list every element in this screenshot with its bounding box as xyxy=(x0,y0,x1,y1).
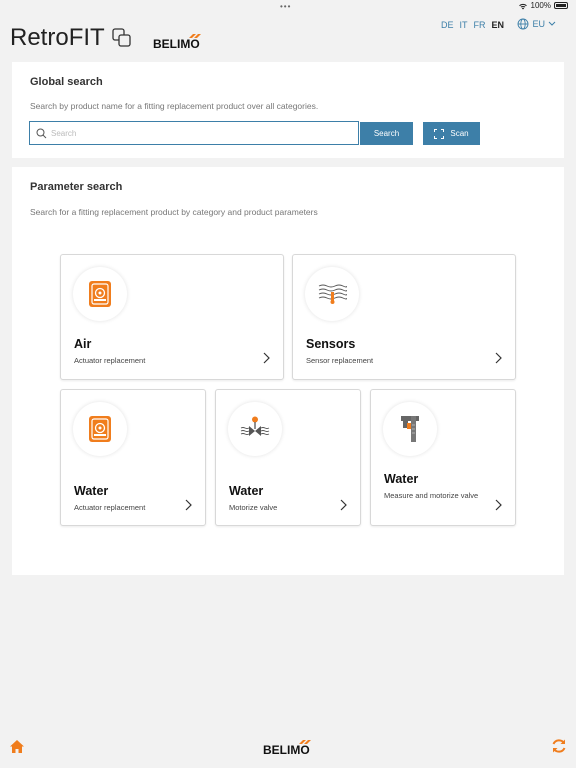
home-icon[interactable] xyxy=(9,739,25,754)
global-search-card: Global search Search by product name for… xyxy=(12,62,564,158)
tile-water-measure-valve[interactable]: Water Measure and motorize valve xyxy=(370,389,516,526)
belimo-logo-graphic: BELIMO xyxy=(263,740,311,757)
belimo-logo: BELIMO xyxy=(263,740,313,761)
sensor-icon xyxy=(318,284,347,304)
app-title: RetroFIT xyxy=(10,24,105,51)
scan-icon xyxy=(434,128,445,139)
tile-title: Sensors xyxy=(306,337,356,351)
tile-water-valve[interactable]: Water Motorize valve xyxy=(215,389,361,526)
tile-air-actuator[interactable]: Air Actuator replacement xyxy=(60,254,284,380)
tile-subtitle: Sensor replacement xyxy=(306,356,374,365)
tile-water-actuator[interactable]: Water Actuator replacement xyxy=(60,389,206,526)
tile-title: Water xyxy=(74,484,109,498)
svg-text:BELIMO: BELIMO xyxy=(153,37,200,50)
global-search-description: Search by product name for a fitting rep… xyxy=(30,101,319,111)
chevron-right-icon xyxy=(340,499,347,511)
chevron-right-icon xyxy=(495,352,502,364)
lang-fr[interactable]: FR xyxy=(473,20,485,30)
tile-icon-circle xyxy=(228,402,282,456)
tile-subtitle: Actuator replacement xyxy=(74,503,146,512)
svg-text:BELIMO: BELIMO xyxy=(263,743,310,756)
chevron-right-icon xyxy=(263,352,270,364)
lang-de[interactable]: DE xyxy=(441,20,454,30)
tile-icon-circle xyxy=(73,267,127,321)
global-search-title: Global search xyxy=(30,76,103,88)
tile-icon-circle xyxy=(73,402,127,456)
tile-icon-circle xyxy=(305,267,359,321)
battery-icon xyxy=(554,2,568,9)
search-field[interactable] xyxy=(29,121,359,145)
belimo-logo-graphic: BELIMO xyxy=(153,34,201,51)
tile-icon-circle xyxy=(383,402,437,456)
chevron-right-icon xyxy=(495,499,502,511)
lang-en[interactable]: EN xyxy=(491,20,504,30)
tile-subtitle: Measure and motorize valve xyxy=(384,491,479,500)
multitask-dots: ••• xyxy=(280,2,292,11)
app-header: RetroFIT BELIMO DE IT FR EN EU xyxy=(0,12,576,62)
actuator-icon xyxy=(89,416,111,442)
scan-button[interactable]: Scan xyxy=(423,122,480,145)
region-label: EU xyxy=(532,19,545,29)
tile-sensors[interactable]: Sensors Sensor replacement xyxy=(292,254,516,380)
search-button[interactable]: Search xyxy=(360,122,413,145)
chevron-right-icon xyxy=(185,499,192,511)
language-switch: DE IT FR EN xyxy=(441,20,504,30)
battery-percent: 100% xyxy=(530,1,551,10)
tile-title: Water xyxy=(384,472,419,486)
globe-icon xyxy=(518,18,529,30)
retrofit-logo-icon xyxy=(112,28,131,47)
belimo-logo: BELIMO xyxy=(153,34,203,55)
search-input[interactable] xyxy=(51,128,341,138)
valve-icon xyxy=(240,416,270,436)
parameter-search-card: Parameter search Search for a fitting re… xyxy=(12,167,564,575)
region-selector[interactable]: EU xyxy=(517,18,556,30)
tile-title: Water xyxy=(229,484,264,498)
bottom-bar: BELIMO xyxy=(0,732,576,768)
lang-it[interactable]: IT xyxy=(459,20,467,30)
parameter-search-title: Parameter search xyxy=(30,181,123,193)
tile-subtitle: Actuator replacement xyxy=(74,356,146,365)
wifi-icon xyxy=(518,3,527,9)
caliper-icon xyxy=(401,416,419,442)
chevron-down-icon xyxy=(548,21,556,26)
parameter-search-description: Search for a fitting replacement product… xyxy=(30,207,318,217)
status-bar: ••• 100% xyxy=(0,0,576,12)
search-icon xyxy=(36,128,47,138)
scan-label: Scan xyxy=(450,129,469,138)
refresh-icon[interactable] xyxy=(551,738,567,754)
status-right: 100% xyxy=(518,1,568,10)
actuator-icon xyxy=(89,281,111,307)
tile-subtitle: Motorize valve xyxy=(229,503,278,512)
tile-title: Air xyxy=(74,337,92,351)
